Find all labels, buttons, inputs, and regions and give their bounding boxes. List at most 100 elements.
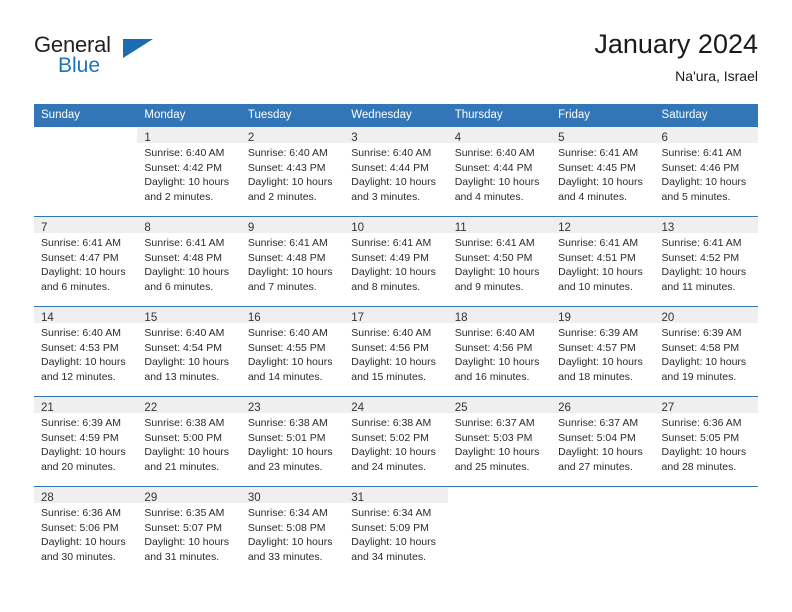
calendar-day-cell[interactable]: 14 Sunrise: 6:40 AM Sunset: 4:53 PM Dayligh… xyxy=(34,306,138,396)
calendar-grid: Sunday Monday Tuesday Wednesday Thursday… xyxy=(34,104,758,576)
sunrise-text: Sunrise: 6:36 AM xyxy=(661,417,742,429)
day-details: Sunrise: 6:40 AM Sunset: 4:42 PM Daylight:… xyxy=(137,143,240,204)
calendar-day-cell[interactable]: 29 Sunrise: 6:35 AM Sunset: 5:07 PM Dayligh… xyxy=(137,486,241,576)
day-details: Sunrise: 6:34 AM Sunset: 5:08 PM Daylight:… xyxy=(241,503,344,564)
calendar-day-cell[interactable]: 2 Sunrise: 6:40 AM Sunset: 4:43 PM Daylight… xyxy=(240,126,345,216)
day-details: Sunrise: 6:37 AM Sunset: 5:04 PM Daylight:… xyxy=(551,413,654,474)
calendar-day-cell[interactable]: 28 Sunrise: 6:36 AM Sunset: 5:06 PM Dayligh… xyxy=(34,486,138,576)
day-number-band: 10 xyxy=(344,217,448,234)
daylight-text: Daylight: 10 hours xyxy=(351,266,436,279)
calendar-day-cell[interactable]: 10 Sunrise: 6:41 AM Sunset: 4:49 PM Dayligh… xyxy=(344,216,448,306)
day-number: 31 xyxy=(351,492,365,504)
calendar-day-cell[interactable]: 30 Sunrise: 6:34 AM Sunset: 5:08 PM Dayligh… xyxy=(240,486,345,576)
weekday-header-wednesday: Wednesday xyxy=(344,104,448,126)
daylight-text: and 23 minutes. xyxy=(247,460,323,473)
calendar-day-cell[interactable]: 7 Sunrise: 6:41 AM Sunset: 4:47 PM Daylight… xyxy=(34,216,138,306)
title-block: January 2024 Na'ura, Israel xyxy=(594,28,758,86)
day-number-band: 19 xyxy=(551,307,655,324)
calendar-day-cell[interactable]: 26 Sunrise: 6:37 AM Sunset: 5:04 PM Dayligh… xyxy=(551,396,655,486)
calendar-day-cell[interactable]: 12 Sunrise: 6:41 AM Sunset: 4:51 PM Dayligh… xyxy=(551,216,655,306)
day-number: 17 xyxy=(351,312,365,324)
calendar-day-cell[interactable]: 21 Sunrise: 6:39 AM Sunset: 4:59 PM Dayligh… xyxy=(34,396,138,486)
calendar-day-cell[interactable]: 31 Sunrise: 6:34 AM Sunset: 5:09 PM Dayligh… xyxy=(344,486,448,576)
day-number: 20 xyxy=(661,312,675,324)
day-details: Sunrise: 6:41 AM Sunset: 4:50 PM Daylight:… xyxy=(448,233,551,294)
sunset-text: Sunset: 5:05 PM xyxy=(661,431,740,444)
calendar-day-cell[interactable]: 16 Sunrise: 6:40 AM Sunset: 4:55 PM Dayligh… xyxy=(240,306,345,396)
day-number-band: 22 xyxy=(137,397,241,414)
day-number: 2 xyxy=(247,132,255,144)
daylight-text: Daylight: 10 hours xyxy=(661,266,747,279)
day-number: 8 xyxy=(144,222,151,234)
day-number: 27 xyxy=(661,402,675,414)
calendar-day-cell[interactable]: 11 Sunrise: 6:41 AM Sunset: 4:50 PM Dayligh… xyxy=(447,216,552,306)
day-number-band: 11 xyxy=(447,217,552,234)
calendar-day-cell[interactable]: 17 Sunrise: 6:40 AM Sunset: 4:56 PM Dayligh… xyxy=(344,306,448,396)
daylight-text: and 9 minutes. xyxy=(454,280,524,293)
sunrise-text: Sunrise: 6:41 AM xyxy=(247,237,328,249)
calendar-day-cell[interactable]: 6 Sunrise: 6:41 AM Sunset: 4:46 PM Daylight… xyxy=(654,126,758,216)
day-number-band: 7 xyxy=(34,217,138,234)
sunrise-text: Sunrise: 6:38 AM xyxy=(144,417,225,429)
day-number: 5 xyxy=(558,132,565,144)
day-details: Sunrise: 6:39 AM Sunset: 4:59 PM Daylight:… xyxy=(34,413,137,474)
day-number: 9 xyxy=(247,222,255,234)
daylight-text: and 24 minutes. xyxy=(351,460,426,473)
calendar-day-cell[interactable]: 15 Sunrise: 6:40 AM Sunset: 4:54 PM Dayligh… xyxy=(137,306,241,396)
calendar-day-cell[interactable]: 8 Sunrise: 6:41 AM Sunset: 4:48 PM Daylight… xyxy=(137,216,241,306)
day-details: Sunrise: 6:40 AM Sunset: 4:53 PM Daylight:… xyxy=(34,323,137,384)
day-details: Sunrise: 6:35 AM Sunset: 5:07 PM Daylight:… xyxy=(137,503,240,564)
sunrise-text: Sunrise: 6:40 AM xyxy=(454,147,535,159)
sunset-text: Sunset: 4:53 PM xyxy=(41,341,119,354)
day-number-band: 2 xyxy=(240,127,345,144)
daylight-text: Daylight: 10 hours xyxy=(661,176,747,189)
daylight-text: Daylight: 10 hours xyxy=(247,356,333,369)
calendar-week-row: 28 Sunrise: 6:36 AM Sunset: 5:06 PM Dayligh… xyxy=(34,486,758,576)
daylight-text: Daylight: 10 hours xyxy=(247,266,333,279)
sunrise-text: Sunrise: 6:41 AM xyxy=(558,237,639,249)
calendar-empty-cell xyxy=(34,126,138,216)
calendar-day-cell[interactable]: 1 Sunrise: 6:40 AM Sunset: 4:42 PM Daylight… xyxy=(137,126,241,216)
day-number: 11 xyxy=(454,222,467,234)
calendar-week-row: 1 Sunrise: 6:40 AM Sunset: 4:42 PM Daylight… xyxy=(34,126,758,216)
sunset-text: Sunset: 4:56 PM xyxy=(454,341,533,354)
sunrise-text: Sunrise: 6:41 AM xyxy=(661,147,742,159)
calendar-week-row: 14 Sunrise: 6:40 AM Sunset: 4:53 PM Dayligh… xyxy=(34,306,758,396)
calendar-day-cell[interactable]: 18 Sunrise: 6:40 AM Sunset: 4:56 PM Dayligh… xyxy=(447,306,552,396)
daylight-text: Daylight: 10 hours xyxy=(558,446,643,459)
calendar-day-cell[interactable]: 13 Sunrise: 6:41 AM Sunset: 4:52 PM Dayligh… xyxy=(654,216,758,306)
calendar-day-cell[interactable]: 5 Sunrise: 6:41 AM Sunset: 4:45 PM Daylight… xyxy=(551,126,655,216)
day-number-band: 13 xyxy=(654,217,758,234)
daylight-text: Daylight: 10 hours xyxy=(41,266,126,279)
sunrise-text: Sunrise: 6:41 AM xyxy=(41,237,121,249)
day-number-band: 18 xyxy=(447,307,552,324)
calendar-day-cell[interactable]: 23 Sunrise: 6:38 AM Sunset: 5:01 PM Dayligh… xyxy=(240,396,345,486)
day-number-band: 9 xyxy=(240,217,345,234)
sunrise-text: Sunrise: 6:35 AM xyxy=(144,507,225,519)
calendar-week-row: 21 Sunrise: 6:39 AM Sunset: 4:59 PM Dayligh… xyxy=(34,396,758,486)
sunrise-text: Sunrise: 6:39 AM xyxy=(558,327,639,339)
day-number: 3 xyxy=(351,132,358,144)
day-number-band: 5 xyxy=(551,127,655,144)
daylight-text: Daylight: 10 hours xyxy=(351,536,436,549)
calendar-day-cell[interactable]: 9 Sunrise: 6:41 AM Sunset: 4:48 PM Daylight… xyxy=(240,216,345,306)
daylight-text: and 16 minutes. xyxy=(454,370,530,383)
calendar-day-cell[interactable]: 27 Sunrise: 6:36 AM Sunset: 5:05 PM Dayligh… xyxy=(654,396,758,486)
daylight-text: Daylight: 10 hours xyxy=(351,446,436,459)
sunrise-text: Sunrise: 6:40 AM xyxy=(144,327,225,339)
calendar-day-cell[interactable]: 3 Sunrise: 6:40 AM Sunset: 4:44 PM Daylight… xyxy=(344,126,448,216)
calendar-day-cell[interactable]: 20 Sunrise: 6:39 AM Sunset: 4:58 PM Dayligh… xyxy=(654,306,758,396)
calendar-day-cell[interactable]: 25 Sunrise: 6:37 AM Sunset: 5:03 PM Dayligh… xyxy=(447,396,552,486)
calendar-day-cell[interactable]: 4 Sunrise: 6:40 AM Sunset: 4:44 PM Daylight… xyxy=(447,126,552,216)
weekday-header-row: Sunday Monday Tuesday Wednesday Thursday… xyxy=(34,104,758,126)
calendar-day-cell[interactable]: 19 Sunrise: 6:39 AM Sunset: 4:57 PM Dayligh… xyxy=(551,306,655,396)
daylight-text: Daylight: 10 hours xyxy=(144,176,230,189)
sunset-text: Sunset: 4:47 PM xyxy=(41,251,119,264)
weekday-header-friday: Friday xyxy=(551,104,655,126)
calendar-day-cell[interactable]: 24 Sunrise: 6:38 AM Sunset: 5:02 PM Dayligh… xyxy=(344,396,448,486)
daylight-text: and 31 minutes. xyxy=(144,550,220,563)
sunrise-text: Sunrise: 6:36 AM xyxy=(41,507,121,519)
calendar-day-cell[interactable]: 22 Sunrise: 6:38 AM Sunset: 5:00 PM Dayligh… xyxy=(137,396,241,486)
sunset-text: Sunset: 5:07 PM xyxy=(144,521,223,534)
daylight-text: and 3 minutes. xyxy=(351,190,421,203)
